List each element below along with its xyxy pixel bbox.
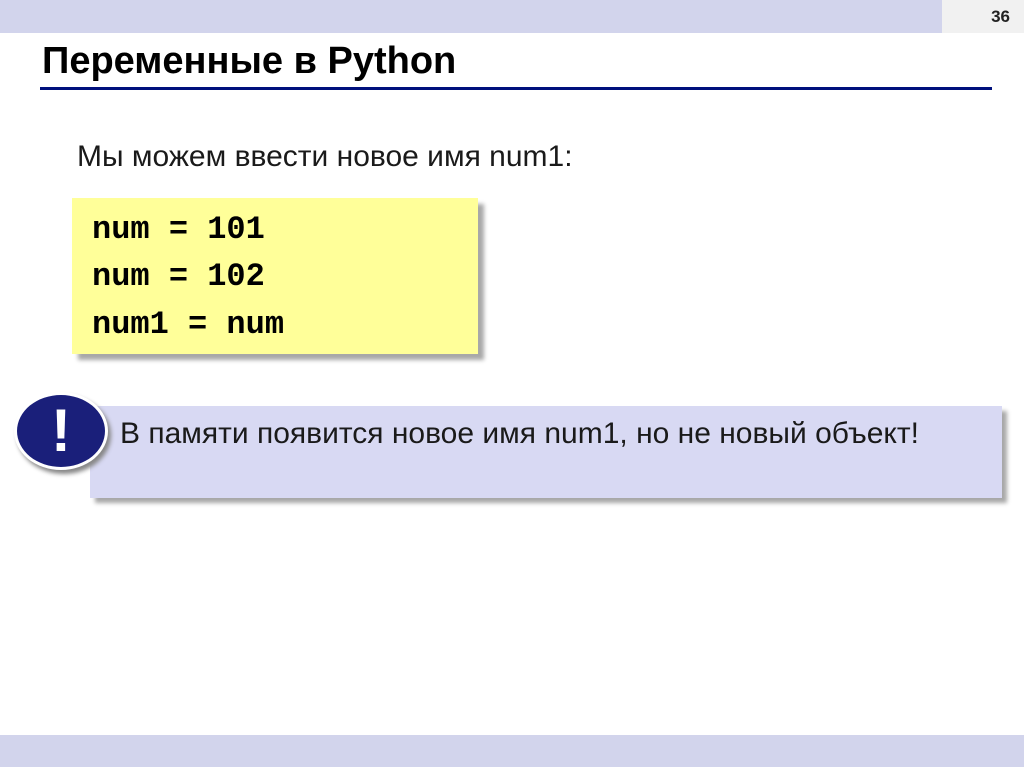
code-line-2: num = 102 <box>92 258 265 295</box>
intro-text: Мы можем ввести новое имя num1: <box>77 140 573 173</box>
slide: 36 Переменные в Python Мы можем ввести н… <box>0 0 1024 767</box>
page-number: 36 <box>942 0 1024 33</box>
note-callout: В памяти появится новое имя num1, но не … <box>90 406 1002 498</box>
footer-band <box>0 735 1024 767</box>
exclamation-icon: ! <box>14 392 108 470</box>
code-line-1: num = 101 <box>92 211 265 248</box>
note-text: В памяти появится новое имя num1, но не … <box>120 417 919 450</box>
code-line-3: num1 = num <box>92 306 285 343</box>
slide-title: Переменные в Python <box>42 40 457 82</box>
code-block: num = 101 num = 102 num1 = num <box>72 198 478 354</box>
title-underline <box>40 87 992 90</box>
exclamation-mark: ! <box>51 397 71 464</box>
header-band <box>0 0 942 33</box>
